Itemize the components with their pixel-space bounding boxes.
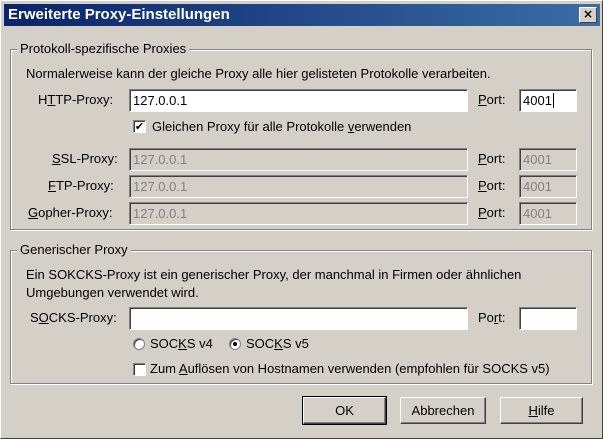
ftp-port-input[interactable]: 4001 [519, 175, 577, 198]
close-button[interactable]: × [579, 7, 597, 23]
checkmark-icon: ✔ [134, 120, 145, 133]
generic-description-line1: Ein SOKCKS-Proxy ist ein generischer Pro… [26, 267, 522, 282]
ssl-port-input[interactable]: 4001 [519, 148, 577, 171]
socks-v5-label: SOCKS v5 [246, 336, 309, 351]
ssl-port-label: Port: [478, 151, 506, 166]
http-port-input[interactable]: 4001 [519, 89, 577, 112]
help-button[interactable]: Hilfe [500, 397, 583, 424]
ssl-proxy-label: SSL-Proxy: [52, 151, 118, 166]
http-proxy-label: HTTP-Proxy: [38, 92, 114, 107]
ftp-proxy-input[interactable]: 127.0.0.1 [129, 175, 468, 198]
socks-proxy-input[interactable] [129, 307, 468, 330]
proxy-settings-dialog: Erweiterte Proxy-Einstellungen × Protoko… [0, 0, 603, 439]
socks-v5-radio[interactable] [229, 338, 241, 350]
close-icon: × [582, 7, 594, 21]
resolve-hostnames-checkbox[interactable] [133, 363, 146, 376]
socks-proxy-label: SOCKS-Proxy: [30, 310, 117, 325]
ftp-proxy-label: FTP-Proxy: [48, 178, 114, 193]
ok-button[interactable]: OK [302, 396, 387, 425]
http-port-label: Port: [478, 92, 506, 107]
title-bar: Erweiterte Proxy-Einstellungen × [4, 4, 600, 26]
socks-port-input[interactable] [519, 307, 577, 330]
ssl-proxy-input[interactable]: 127.0.0.1 [129, 148, 468, 171]
same-proxy-label: Gleichen Proxy für alle Protokolle verwe… [152, 119, 412, 134]
socks-port-label: Port: [478, 310, 506, 325]
generic-proxy-legend: Generischer Proxy [17, 242, 131, 257]
gopher-proxy-label: Gopher-Proxy: [28, 205, 113, 220]
gopher-port-label: Port: [478, 205, 506, 220]
ftp-port-label: Port: [478, 178, 506, 193]
socks-v4-radio[interactable] [133, 338, 145, 350]
protocol-description: Normalerweise kann der gleiche Proxy all… [26, 66, 491, 81]
dialog-title: Erweiterte Proxy-Einstellungen [8, 6, 230, 23]
resolve-hostnames-label: Zum Auflösen von Hostnamen verwenden (em… [150, 361, 550, 376]
generic-description-line2: Umgebungen verwendet wird. [26, 285, 199, 300]
gopher-port-input[interactable]: 4001 [519, 202, 577, 225]
protocol-proxies-legend: Protokoll-spezifische Proxies [17, 41, 190, 56]
http-proxy-input[interactable]: 127.0.0.1 [129, 89, 468, 112]
gopher-proxy-input[interactable]: 127.0.0.1 [129, 202, 468, 225]
radio-selected-dot [233, 342, 237, 346]
socks-v4-label: SOCKS v4 [150, 336, 213, 351]
cancel-button[interactable]: Abbrechen [400, 397, 486, 424]
same-proxy-checkbox[interactable]: ✔ [133, 120, 146, 133]
